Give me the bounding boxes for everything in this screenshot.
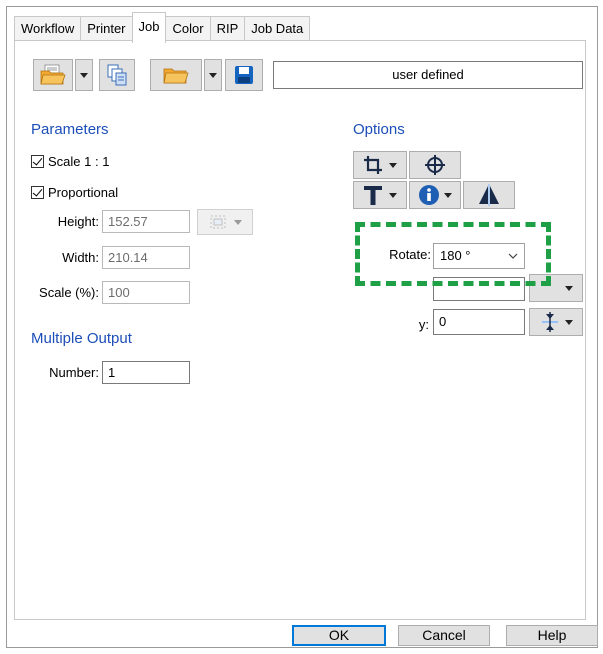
chevron-down-icon <box>565 285 573 291</box>
chevron-down-icon <box>209 72 217 78</box>
tab-color[interactable]: Color <box>165 16 211 41</box>
open-menu-dropdown[interactable] <box>204 59 222 91</box>
crop-button[interactable] <box>353 151 407 179</box>
tab-bar: Workflow Printer Job Color RIP Job Data <box>14 12 311 43</box>
crosshair-icon <box>425 155 445 175</box>
info-icon <box>419 185 439 205</box>
scale-checkbox[interactable] <box>31 155 44 168</box>
copy-pages-button[interactable] <box>99 59 135 91</box>
folder-icon <box>163 68 189 84</box>
preset-name-field[interactable]: user defined <box>273 61 583 89</box>
registration-mark-button[interactable] <box>409 151 461 179</box>
width-label: Width: <box>62 250 99 265</box>
multiple-output-title: Multiple Output <box>31 330 132 347</box>
scale-1-1-option[interactable]: Scale 1 : 1 <box>31 154 109 169</box>
save-button[interactable] <box>225 59 263 91</box>
mirror-button[interactable] <box>463 181 515 209</box>
scale-percent-label: Scale (%): <box>39 285 99 300</box>
info-button[interactable] <box>409 181 461 209</box>
fit-size-button[interactable] <box>197 209 253 235</box>
y-field[interactable]: 0 <box>433 309 525 335</box>
tab-workflow[interactable]: Workflow <box>14 16 82 41</box>
open-dropdown-button[interactable] <box>75 59 93 91</box>
chevron-down-icon <box>389 162 397 168</box>
chevron-down-icon <box>234 219 242 225</box>
y-align-button[interactable] <box>529 308 583 336</box>
job-tab-panel: user defined Parameters Scale 1 : 1 Prop… <box>14 40 586 620</box>
width-field[interactable]: 210.14 <box>102 246 190 269</box>
text-button[interactable] <box>353 181 407 209</box>
copy-pages-icon <box>107 64 127 86</box>
parameters-title: Parameters <box>31 121 109 138</box>
rotate-value: 180 ° <box>440 248 471 263</box>
rotate-select[interactable]: 180 ° <box>433 243 525 269</box>
chevron-down-icon <box>565 319 573 325</box>
tab-printer[interactable]: Printer <box>80 16 133 41</box>
folder-icon <box>40 64 66 85</box>
height-field[interactable]: 152.57 <box>102 210 190 233</box>
scale-label: Scale 1 : 1 <box>48 154 110 169</box>
crop-icon <box>364 156 382 174</box>
proportional-label: Proportional <box>48 185 119 200</box>
y-label: y: <box>418 317 429 332</box>
proportional-checkbox[interactable] <box>31 186 44 199</box>
open-folder-button[interactable] <box>33 59 73 91</box>
number-label: Number: <box>49 365 99 380</box>
proportional-option[interactable]: Proportional <box>31 185 118 200</box>
cancel-button[interactable]: Cancel <box>398 625 490 646</box>
chevron-down-icon <box>444 192 452 198</box>
mirror-icon <box>479 184 499 206</box>
tab-job[interactable]: Job <box>131 12 167 43</box>
save-icon <box>235 66 253 84</box>
number-field[interactable]: 1 <box>102 361 190 384</box>
help-button[interactable]: Help <box>506 625 598 646</box>
chevron-down-icon <box>80 72 88 78</box>
rotate-label: Rotate: <box>389 247 431 262</box>
vertical-align-icon <box>542 312 558 332</box>
height-label: Height: <box>57 214 99 229</box>
scale-percent-field[interactable]: 100 <box>102 281 190 304</box>
text-icon <box>364 186 382 205</box>
chevron-down-icon <box>508 253 518 259</box>
fit-page-icon <box>210 215 226 229</box>
options-title: Options <box>353 121 405 138</box>
chevron-down-icon <box>389 192 397 198</box>
tab-job-data[interactable]: Job Data <box>244 16 311 41</box>
offset-x-field[interactable] <box>433 277 525 301</box>
offset-x-button[interactable] <box>529 274 583 302</box>
open-button[interactable] <box>150 59 202 91</box>
ok-button[interactable]: OK <box>292 625 386 646</box>
tab-rip[interactable]: RIP <box>209 16 246 41</box>
